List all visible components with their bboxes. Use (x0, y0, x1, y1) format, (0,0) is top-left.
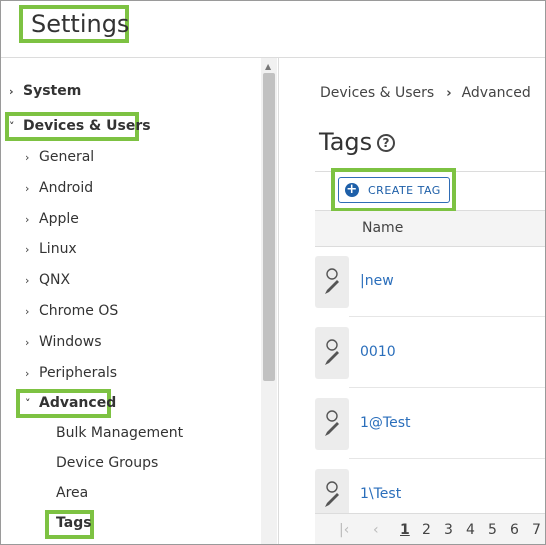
tag-link[interactable]: |new (360, 273, 394, 289)
pagination: |‹ ‹ 1 2 3 4 5 6 7 (315, 513, 545, 544)
sidebar-item-system[interactable]: › System (9, 83, 81, 99)
first-page-icon[interactable]: |‹ (339, 522, 349, 538)
chevron-right-icon: › (25, 151, 30, 164)
tag-link[interactable]: 1\Test (360, 486, 401, 502)
table-header: Name (315, 211, 545, 247)
page-number[interactable]: 6 (510, 522, 519, 538)
page-heading: Settings (31, 10, 130, 38)
column-header-name[interactable]: Name (362, 220, 403, 236)
chevron-right-icon: › (25, 243, 30, 256)
breadcrumb: Devices & Users › Advanced (320, 85, 531, 101)
chevron-right-icon: › (25, 182, 30, 195)
sidebar-item-windows[interactable]: › Windows (25, 334, 102, 350)
chevron-right-icon: › (25, 274, 30, 287)
sidebar-item-device-groups[interactable]: Device Groups (56, 455, 158, 471)
scrollbar-thumb[interactable] (263, 73, 275, 381)
breadcrumb-parent[interactable]: Devices & Users (320, 85, 434, 101)
chevron-right-icon: › (25, 213, 30, 226)
sidebar-item-general[interactable]: › General (25, 149, 94, 165)
sidebar-item-area[interactable]: Area (56, 485, 88, 501)
sidebar-item-bulk-management[interactable]: Bulk Management (56, 425, 183, 441)
row-divider (349, 387, 545, 388)
plus-circle-icon: + (345, 182, 359, 197)
sidebar-item-devices-users[interactable]: ˅ Devices & Users (9, 118, 151, 134)
chevron-right-icon: › (25, 367, 30, 380)
sidebar-item-linux[interactable]: › Linux (25, 241, 77, 257)
scroll-up-arrow-icon[interactable]: ▲ (265, 62, 271, 71)
sidebar-item-chrome-os[interactable]: › Chrome OS (25, 303, 118, 319)
sidebar-item-peripherals[interactable]: › Peripherals (25, 365, 117, 381)
page-number[interactable]: 1 (400, 522, 410, 538)
help-icon[interactable]: ? (377, 134, 395, 152)
tag-icon (315, 398, 349, 450)
page-number[interactable]: 7 (532, 522, 541, 538)
prev-page-icon[interactable]: ‹ (373, 522, 379, 538)
chevron-right-icon: › (25, 305, 30, 318)
chevron-right-icon: › (25, 336, 30, 349)
page-number[interactable]: 2 (422, 522, 431, 538)
tag-link[interactable]: 1@Test (360, 415, 410, 431)
row-divider (349, 316, 545, 317)
breadcrumb-current: Advanced (461, 85, 531, 101)
row-divider (349, 458, 545, 459)
breadcrumb-separator-icon: › (446, 86, 452, 101)
title-highlight: Settings (19, 5, 129, 43)
page-title: Tags (319, 128, 373, 156)
create-tag-label: CREATE TAG (368, 184, 441, 197)
sidebar-item-apple[interactable]: › Apple (25, 211, 79, 227)
page-number[interactable]: 3 (444, 522, 453, 538)
tag-link[interactable]: 0010 (360, 344, 396, 360)
chevron-right-icon: › (9, 85, 14, 98)
sidebar-item-android[interactable]: › Android (25, 180, 93, 196)
page-number[interactable]: 4 (466, 522, 475, 538)
sidebar-item-tags[interactable]: Tags (56, 515, 92, 531)
tag-icon (315, 327, 349, 379)
tag-icon (315, 256, 349, 308)
chevron-down-icon: ˅ (9, 120, 15, 133)
chevron-down-icon: ˅ (25, 397, 31, 410)
create-tag-button[interactable]: + CREATE TAG (338, 177, 450, 203)
sidebar-item-advanced[interactable]: ˅ Advanced (25, 395, 116, 411)
page-number[interactable]: 5 (488, 522, 497, 538)
sidebar-item-qnx[interactable]: › QNX (25, 272, 70, 288)
app-window: Settings › System ˅ Devices & Users › Gener… (0, 0, 546, 545)
